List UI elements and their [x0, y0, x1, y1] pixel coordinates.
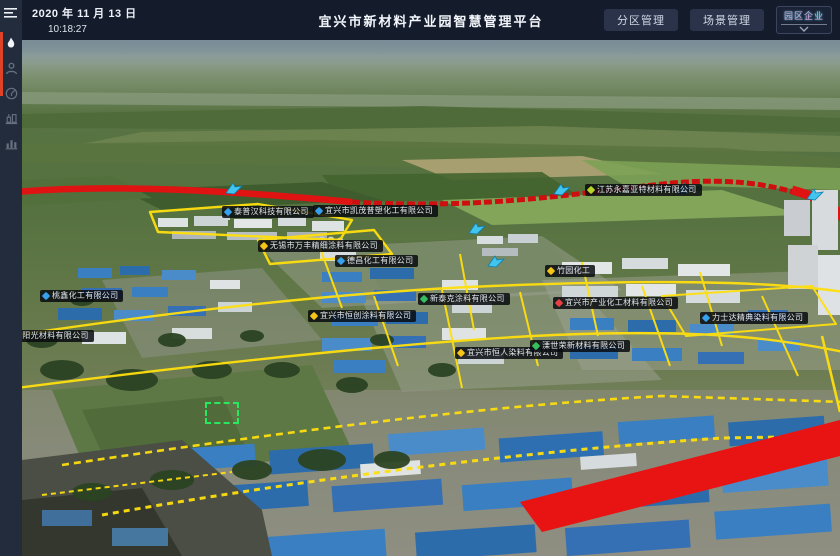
sidebar-accent-strip	[0, 32, 3, 96]
dropdown-label: 园区企业	[784, 9, 824, 22]
company-label-icon	[702, 314, 710, 322]
company-label-text: 宜兴市凯茂普塑化工有限公司	[325, 207, 433, 215]
drone-marker-icon[interactable]	[487, 255, 505, 268]
company-label[interactable]: 宜兴市凯茂普塑化工有限公司	[313, 205, 438, 217]
company-label-icon	[42, 292, 50, 300]
datetime-block: 2020 年 11 月 13 日 10:18:27	[32, 5, 137, 35]
company-label-icon	[315, 207, 323, 215]
company-label-text: 宜兴市恒创涂料有限公司	[320, 312, 411, 320]
zone-management-button[interactable]: 分区管理	[604, 9, 678, 31]
company-label-icon	[420, 295, 428, 303]
drone-marker-icon[interactable]	[225, 182, 243, 195]
left-sidebar	[0, 0, 22, 556]
drone-marker-icon[interactable]	[553, 183, 571, 196]
person-icon[interactable]	[4, 61, 18, 75]
company-label[interactable]: 新泰克涂料有限公司	[418, 293, 510, 305]
company-label[interactable]: 竹园化工	[545, 265, 595, 277]
dropdown-divider	[781, 24, 827, 25]
company-label-text: 兴阳光材料有限公司	[22, 332, 89, 340]
company-label-icon	[547, 267, 555, 275]
company-label-text: 德昌化工有限公司	[347, 257, 413, 265]
company-label-text: 泰普汉科技有限公司	[234, 208, 309, 216]
company-label[interactable]: 泰普汉科技有限公司	[222, 206, 314, 218]
company-label-icon	[260, 242, 268, 250]
fire-icon[interactable]	[4, 36, 18, 50]
bar-chart-icon[interactable]	[4, 136, 18, 150]
map-overlay-layer: 泰普汉科技有限公司 宜兴市凯茂普塑化工有限公司 无锡市万丰精细涂料有限公司 江苏…	[22, 40, 840, 556]
company-label[interactable]: 宜兴市恒创涂料有限公司	[308, 310, 416, 322]
company-label-text: 竹园化工	[557, 267, 590, 275]
current-time: 10:18:27	[32, 24, 137, 35]
app-window: 2020 年 11 月 13 日 10:18:27 宜兴市新材料产业园智慧管理平…	[0, 0, 840, 556]
chevron-down-icon	[799, 26, 809, 32]
company-label-text: 溧世荣新材料有限公司	[542, 342, 625, 350]
company-label-text: 无锡市万丰精细涂料有限公司	[270, 242, 378, 250]
company-label[interactable]: 桃鑫化工有限公司	[40, 290, 123, 302]
parcel-selection-box	[205, 402, 239, 424]
company-label-icon	[532, 342, 540, 350]
company-label-text: 江苏永嘉亚特材料有限公司	[597, 186, 697, 194]
company-label[interactable]: 兴阳光材料有限公司	[22, 330, 94, 342]
company-label-text: 桃鑫化工有限公司	[52, 292, 118, 300]
gauge-icon[interactable]	[4, 86, 18, 100]
map-3d-viewport[interactable]: 泰普汉科技有限公司 宜兴市凯茂普塑化工有限公司 无锡市万丰精细涂料有限公司 江苏…	[22, 40, 840, 556]
company-label-icon	[555, 299, 563, 307]
company-label-icon	[310, 312, 318, 320]
company-label[interactable]: 力士达精典染料有限公司	[700, 312, 808, 324]
scene-management-button[interactable]: 场景管理	[690, 9, 764, 31]
company-label-text: 宜兴市产业化工材料有限公司	[565, 299, 673, 307]
company-label[interactable]: 溧世荣新材料有限公司	[530, 340, 630, 352]
drone-marker-icon[interactable]	[806, 188, 824, 201]
company-label-icon	[337, 257, 345, 265]
company-label[interactable]: 德昌化工有限公司	[335, 255, 418, 267]
company-label-text: 新泰克涂料有限公司	[430, 295, 505, 303]
company-label[interactable]: 宜兴市产业化工材料有限公司	[553, 297, 678, 309]
company-label-icon	[224, 208, 232, 216]
company-label-icon	[587, 186, 595, 194]
company-label-icon	[457, 349, 465, 357]
park-enterprise-dropdown[interactable]: 园区企业	[776, 6, 832, 34]
company-label[interactable]: 无锡市万丰精细涂料有限公司	[258, 240, 383, 252]
menu-icon[interactable]	[4, 6, 18, 24]
company-label-text: 力士达精典染料有限公司	[712, 314, 803, 322]
top-bar: 2020 年 11 月 13 日 10:18:27 宜兴市新材料产业园智慧管理平…	[22, 0, 840, 40]
factory-icon[interactable]	[4, 111, 18, 125]
drone-marker-icon[interactable]	[468, 222, 486, 235]
topbar-controls: 分区管理 场景管理 园区企业	[604, 6, 832, 34]
current-date: 2020 年 11 月 13 日	[32, 5, 137, 21]
company-label[interactable]: 江苏永嘉亚特材料有限公司	[585, 184, 702, 196]
